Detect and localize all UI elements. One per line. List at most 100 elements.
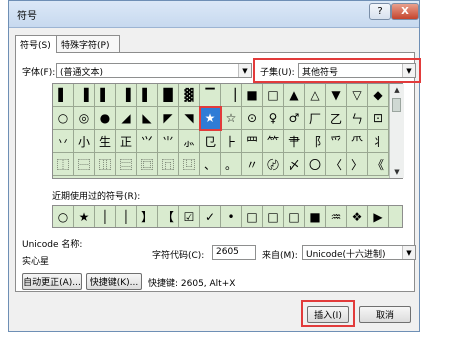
symbol-cell[interactable]: ⺊ xyxy=(221,130,242,153)
symbol-cell[interactable]: ⊡ xyxy=(368,107,389,130)
scroll-thumb[interactable] xyxy=(392,98,401,112)
from-select[interactable]: Unicode(十六进制) ▼ xyxy=(302,245,416,260)
symbol-cell[interactable]: ㄣ xyxy=(347,107,368,130)
symbol-cell[interactable]: 丷 xyxy=(53,130,74,153)
symbol-cell[interactable]: ■ xyxy=(242,84,263,107)
symbol-cell[interactable]: ⺤ xyxy=(326,130,347,153)
recent-symbol-cell[interactable]: ★ xyxy=(74,206,95,227)
symbol-cell[interactable]: 《 xyxy=(368,153,389,176)
symbol-cell[interactable]: ▌ xyxy=(53,84,74,107)
symbol-cell[interactable]: ⊙ xyxy=(242,107,263,130)
symbol-cell[interactable]: ◥ xyxy=(179,107,200,130)
font-select[interactable]: (普通文本) ▼ xyxy=(56,63,252,78)
recent-symbol-cell[interactable]: • xyxy=(221,206,242,227)
symbol-cell[interactable]: △ xyxy=(305,84,326,107)
symbol-cell[interactable]: ⺗ xyxy=(179,130,200,153)
recent-symbol-cell[interactable]: ▶ xyxy=(368,206,389,227)
autocorrect-button[interactable]: 自动更正(A)... xyxy=(22,273,82,290)
charcode-input[interactable]: 2605 xyxy=(212,245,256,260)
symbol-cell[interactable]: ▼ xyxy=(326,84,347,107)
symbol-cell[interactable]: ⿰ xyxy=(53,153,74,176)
symbol-cell[interactable]: 乙 xyxy=(326,107,347,130)
recent-symbol-cell[interactable]: ■ xyxy=(305,206,326,227)
symbol-cell[interactable]: ▔ xyxy=(200,84,221,107)
shortcut-text: 快捷键: 2605, Alt+X xyxy=(148,279,236,289)
symbol-cell[interactable]: □ xyxy=(263,84,284,107)
symbol-cell[interactable]: 〄 xyxy=(263,153,284,176)
symbol-cell[interactable]: 〆 xyxy=(284,153,305,176)
unicode-name-value: 实心星 xyxy=(22,257,50,267)
cancel-button[interactable]: 取消 xyxy=(359,306,411,323)
symbol-cell[interactable]: 、 xyxy=(200,153,221,176)
symbol-cell[interactable]: ⺮ xyxy=(263,130,284,153)
recent-symbol-cell[interactable]: ♒ xyxy=(326,206,347,227)
symbol-cell[interactable]: ▲ xyxy=(284,84,305,107)
shortcut-key-button[interactable]: 快捷键(K)... xyxy=(86,273,142,290)
close-button[interactable]: X xyxy=(391,3,419,20)
symbol-cell[interactable]: ○ xyxy=(53,107,74,130)
symbol-cell[interactable]: 正 xyxy=(116,130,137,153)
symbol-cell[interactable]: ⺥ xyxy=(347,130,368,153)
recent-symbol-cell[interactable]: 【 xyxy=(158,206,179,227)
recent-symbol-cell[interactable]: ✓ xyxy=(200,206,221,227)
symbol-cell[interactable]: ⿱ xyxy=(74,153,95,176)
recent-symbol-cell[interactable]: ○ xyxy=(53,206,74,227)
help-button[interactable]: ? xyxy=(369,3,391,20)
symbol-cell[interactable]: ♀ xyxy=(263,107,284,130)
symbol-cell[interactable]: ⺦ xyxy=(368,130,389,153)
grid-scrollbar[interactable]: ▲ ▼ xyxy=(389,84,404,178)
recent-symbol-cell[interactable]: │ xyxy=(95,206,116,227)
symbol-cell[interactable]: ⿵ xyxy=(158,153,179,176)
symbol-cell[interactable]: ⿴ xyxy=(137,153,158,176)
recent-symbol-cell[interactable]: □ xyxy=(284,206,305,227)
symbol-cell[interactable]: 生 xyxy=(95,130,116,153)
recent-symbol-cell[interactable]: ☑ xyxy=(179,206,200,227)
recent-symbol-cell[interactable]: □ xyxy=(263,206,284,227)
symbol-cell[interactable]: ⺫ xyxy=(242,130,263,153)
symbol-cell[interactable]: ★ xyxy=(199,106,222,131)
symbol-cell[interactable]: ♂ xyxy=(284,107,305,130)
symbol-cell[interactable]: 〈 xyxy=(326,153,347,176)
scroll-up-icon[interactable]: ▲ xyxy=(390,84,404,96)
symbol-cell[interactable]: █ xyxy=(158,84,179,107)
symbol-cell[interactable]: ◤ xyxy=(158,107,179,130)
symbol-cell[interactable]: ▕ xyxy=(221,84,242,107)
tab-symbols[interactable]: 符号(S) xyxy=(15,35,57,53)
symbol-cell[interactable]: ◢ xyxy=(116,107,137,130)
symbol-cell[interactable]: ⺌ xyxy=(158,130,179,153)
symbol-cell[interactable]: ▐ xyxy=(74,84,95,107)
symbol-cell[interactable]: ⺍ xyxy=(137,130,158,153)
subset-select[interactable]: 其他符号 ▼ xyxy=(298,63,416,78)
tab-special-chars[interactable]: 特殊字符(P) xyxy=(56,35,120,52)
symbol-cell[interactable]: ▌ xyxy=(95,84,116,107)
recent-symbol-cell[interactable]: 】 xyxy=(137,206,158,227)
recent-symbol-cell[interactable]: ❖ xyxy=(347,206,368,227)
symbol-cell[interactable]: ⺺ xyxy=(284,130,305,153)
scroll-down-icon[interactable]: ▼ xyxy=(390,166,404,178)
symbol-cell[interactable]: ⿳ xyxy=(116,153,137,176)
symbol-cell[interactable]: 〇 xyxy=(305,153,326,176)
symbol-cell[interactable]: ● xyxy=(95,107,116,130)
symbol-cell[interactable]: ◣ xyxy=(137,107,158,130)
symbol-cell[interactable]: ▌ xyxy=(137,84,158,107)
insert-button[interactable]: 插入(I) xyxy=(307,306,349,323)
symbol-cell[interactable]: ▽ xyxy=(347,84,368,107)
subset-label: 子集(U): xyxy=(260,68,295,78)
symbol-cell[interactable]: ▓ xyxy=(179,84,200,107)
symbol-cell[interactable]: ⿶ xyxy=(179,153,200,176)
symbol-cell[interactable]: ▐ xyxy=(116,84,137,107)
recent-symbol-cell[interactable]: □ xyxy=(242,206,263,227)
symbol-cell[interactable]: ◆ xyxy=(368,84,389,107)
symbol-cell[interactable]: ☆ xyxy=(221,107,242,130)
recent-symbol-cell[interactable]: │ xyxy=(116,206,137,227)
symbol-cell[interactable]: 小 xyxy=(74,130,95,153)
symbol-cell[interactable]: ◎ xyxy=(74,107,95,130)
symbol-cell[interactable]: ⻏ xyxy=(305,130,326,153)
symbol-cell[interactable]: ⿲ xyxy=(95,153,116,176)
symbol-cell[interactable]: 。 xyxy=(221,153,242,176)
symbol-cell[interactable]: 厂 xyxy=(305,107,326,130)
symbol-cell[interactable]: 〃 xyxy=(242,153,263,176)
symbol-cell[interactable]: ⺋ xyxy=(200,130,221,153)
charcode-label: 字符代码(C): xyxy=(152,251,205,261)
symbol-cell[interactable]: 〉 xyxy=(347,153,368,176)
